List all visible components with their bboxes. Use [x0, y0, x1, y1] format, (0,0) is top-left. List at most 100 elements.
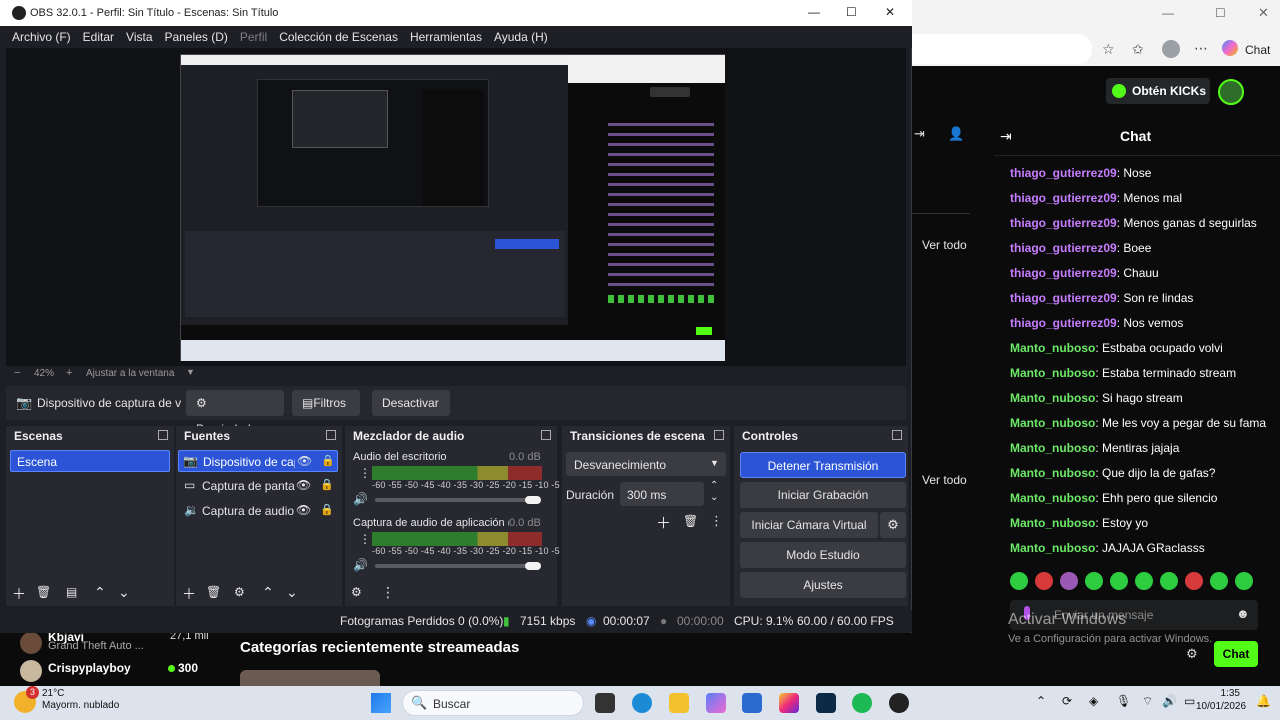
- chat-username[interactable]: thiago_gutierrez09: [1010, 166, 1117, 180]
- gear-icon[interactable]: ⚙: [234, 585, 245, 599]
- task-view-icon[interactable]: [595, 693, 615, 713]
- menu-tools[interactable]: Herramientas: [404, 26, 488, 48]
- instagram-icon[interactable]: [779, 693, 799, 713]
- menu-help[interactable]: Ayuda (H): [488, 26, 554, 48]
- deactivate-button[interactable]: Desactivar: [372, 390, 450, 416]
- studio-mode-button[interactable]: Modo Estudio: [740, 542, 906, 568]
- float-icon[interactable]: [714, 430, 724, 440]
- source-item-audio-capture[interactable]: 🔉 Captura de audio 👁 🔒: [178, 500, 338, 522]
- more-icon[interactable]: ⋮: [710, 513, 723, 529]
- chat-username[interactable]: Manto_nuboso: [1010, 466, 1095, 480]
- volume-icon[interactable]: 🔊: [1162, 694, 1177, 708]
- chat-username[interactable]: thiago_gutierrez09: [1010, 266, 1117, 280]
- copilot-icon[interactable]: [1222, 40, 1238, 56]
- lock-icon[interactable]: 🔒: [320, 478, 334, 491]
- source-item-screen-capture[interactable]: ▭ Captura de panta 👁 🔒: [178, 475, 338, 497]
- chat-username[interactable]: thiago_gutierrez09: [1010, 241, 1117, 255]
- menu-file[interactable]: Archivo (F): [0, 26, 77, 48]
- add-icon[interactable]: ＋: [656, 512, 671, 533]
- eye-icon[interactable]: 👁: [296, 503, 311, 517]
- eye-icon[interactable]: 👁: [297, 454, 312, 468]
- filter-icon[interactable]: ▤: [66, 585, 77, 599]
- chevron-up-icon[interactable]: ⌃: [262, 584, 274, 601]
- more-icon[interactable]: ⋮: [359, 532, 371, 546]
- stop-streaming-button[interactable]: Detener Transmisión: [740, 452, 906, 478]
- chat-username[interactable]: Manto_nuboso: [1010, 491, 1095, 505]
- speaker-icon[interactable]: 🔊: [353, 558, 368, 572]
- chat-username[interactable]: thiago_gutierrez09: [1010, 291, 1117, 305]
- add-icon[interactable]: ＋: [12, 584, 26, 604]
- bookmarks-icon[interactable]: ✩: [1132, 41, 1144, 58]
- profile-icon[interactable]: [1162, 40, 1180, 58]
- edge-icon[interactable]: [632, 693, 652, 713]
- transition-select[interactable]: Desvanecimiento ▼: [566, 452, 726, 476]
- settings-gear-icon[interactable]: ⚙: [1186, 646, 1198, 662]
- clock-time[interactable]: 1:35: [1216, 688, 1240, 699]
- chevron-up-icon[interactable]: ⌃: [94, 584, 106, 601]
- menu-edit[interactable]: Editar: [77, 26, 120, 48]
- maximize-icon[interactable]: ☐: [846, 5, 857, 19]
- chat-username[interactable]: Manto_nuboso: [1010, 416, 1095, 430]
- mixer-volume-slider[interactable]: [375, 498, 535, 502]
- disney-plus-icon[interactable]: [816, 693, 836, 713]
- category-thumbnail[interactable]: [240, 670, 380, 686]
- chevron-down-icon[interactable]: ⌄: [710, 492, 718, 503]
- maximize-icon[interactable]: ☐: [1215, 6, 1226, 20]
- source-item-capture-device[interactable]: 📷 Dispositivo de cap 👁 🔒: [178, 450, 338, 472]
- emote-icon[interactable]: [1085, 572, 1103, 590]
- trash-icon[interactable]: 🗑: [206, 585, 221, 599]
- copilot-icon[interactable]: [706, 693, 726, 713]
- chat-username[interactable]: Manto_nuboso: [1010, 441, 1095, 455]
- virtual-camera-gear-icon[interactable]: ⚙: [880, 512, 906, 538]
- chat-username[interactable]: thiago_gutierrez09: [1010, 216, 1117, 230]
- more-icon[interactable]: ⋯: [1194, 40, 1208, 57]
- float-icon[interactable]: [326, 430, 336, 440]
- chat-username[interactable]: Manto_nuboso: [1010, 516, 1095, 530]
- menu-profile[interactable]: Perfil: [234, 26, 273, 48]
- store-icon[interactable]: [742, 693, 762, 713]
- emote-icon[interactable]: [1035, 572, 1053, 590]
- close-icon[interactable]: ✕: [885, 5, 895, 19]
- zoom-fit-label[interactable]: Ajustar a la ventana: [86, 368, 174, 379]
- clock-date[interactable]: 10/01/2026: [1196, 701, 1246, 712]
- trash-icon[interactable]: 🗑: [683, 514, 698, 528]
- float-icon[interactable]: [892, 430, 902, 440]
- emote-icon[interactable]: [1135, 572, 1153, 590]
- menu-docks[interactable]: Paneles (D): [159, 26, 234, 48]
- emote-icon[interactable]: [1110, 572, 1128, 590]
- emote-icon[interactable]: [1010, 572, 1028, 590]
- chevron-down-icon[interactable]: ▼: [186, 367, 195, 377]
- chat-username[interactable]: Manto_nuboso: [1010, 391, 1095, 405]
- duration-field[interactable]: 300 ms: [620, 482, 704, 506]
- star-icon[interactable]: ☆: [1102, 41, 1115, 58]
- gear-icon[interactable]: ⚙: [351, 585, 362, 599]
- add-icon[interactable]: ＋: [182, 584, 196, 604]
- menu-view[interactable]: Vista: [120, 26, 158, 48]
- chat-username[interactable]: Manto_nuboso: [1010, 341, 1095, 355]
- more-icon[interactable]: ⋮: [381, 584, 395, 601]
- float-icon[interactable]: [158, 430, 168, 440]
- lock-icon[interactable]: 🔒: [321, 454, 335, 467]
- filters-button[interactable]: ▤Filtros: [292, 390, 360, 416]
- mic-icon[interactable]: 🎙: [1116, 694, 1131, 708]
- chat-username[interactable]: Manto_nuboso: [1010, 366, 1095, 380]
- obs-taskbar-icon[interactable]: [889, 693, 909, 713]
- file-explorer-icon[interactable]: [669, 693, 689, 713]
- address-bar[interactable]: [912, 34, 1092, 64]
- channel-name[interactable]: Crispyplayboy: [48, 661, 131, 675]
- trash-icon[interactable]: 🗑: [36, 585, 51, 599]
- shield-icon[interactable]: ◈: [1089, 694, 1098, 708]
- copilot-chat-label[interactable]: Chat: [1245, 43, 1270, 57]
- wifi-icon[interactable]: ⌔: [1142, 694, 1153, 709]
- emoji-icon[interactable]: ☻: [1236, 606, 1250, 621]
- emote-icon[interactable]: [1185, 572, 1203, 590]
- minimize-icon[interactable]: —: [1162, 6, 1174, 20]
- emote-icon[interactable]: [1235, 572, 1253, 590]
- settings-button[interactable]: Ajustes: [740, 572, 906, 598]
- emote-icon[interactable]: [1060, 572, 1078, 590]
- chevron-down-icon[interactable]: ⌄: [118, 584, 130, 601]
- start-recording-button[interactable]: Iniciar Grabación: [740, 482, 906, 508]
- mixer-volume-knob[interactable]: [525, 496, 541, 504]
- properties-button[interactable]: ⚙ Propiedades: [186, 390, 284, 436]
- spotify-icon[interactable]: [852, 693, 872, 713]
